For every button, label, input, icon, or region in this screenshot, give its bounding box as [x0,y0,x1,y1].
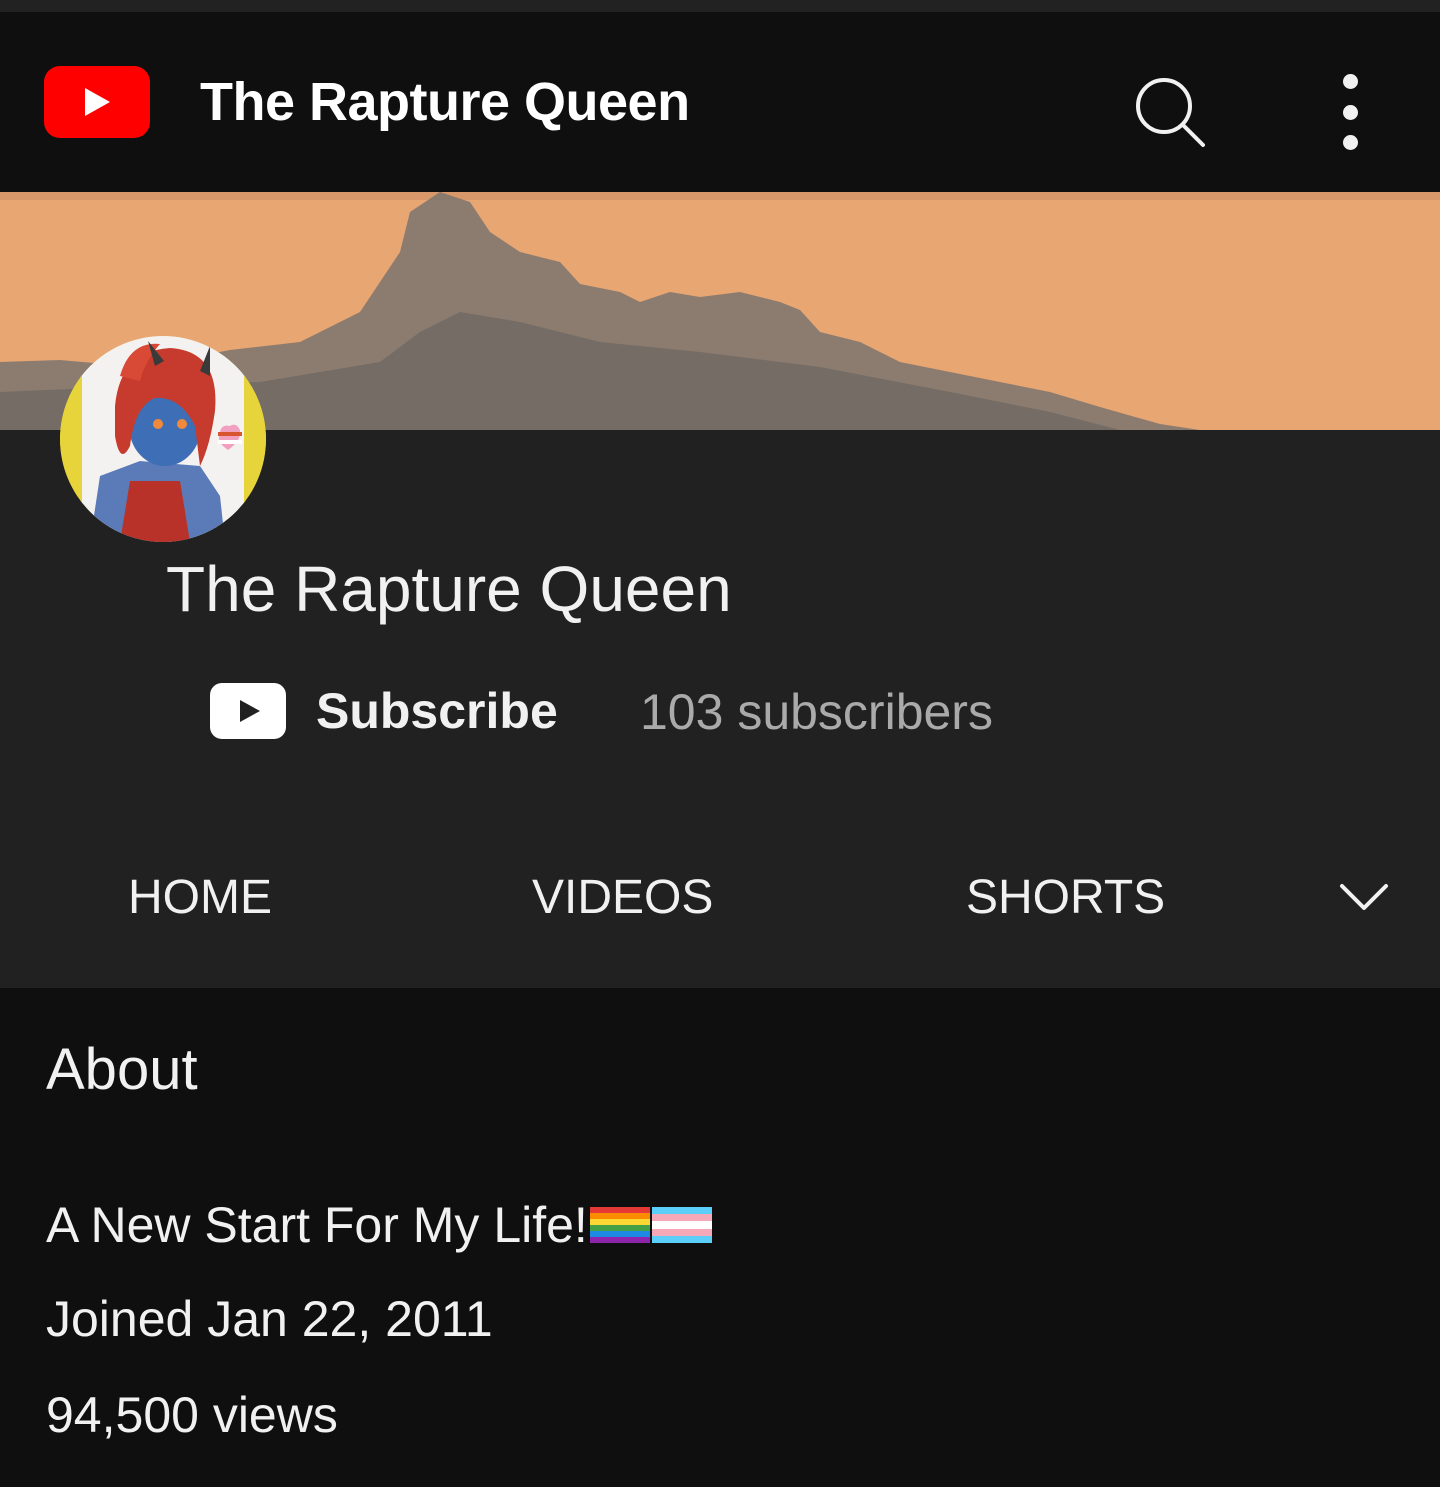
rainbow-flag-icon [589,1207,650,1243]
about-description-text: A New Start For My Life! [46,1197,588,1253]
app-title: The Rapture Queen [200,72,690,132]
transgender-flag-icon [651,1207,712,1243]
status-strip [0,0,1440,12]
youtube-subscribe-icon [210,683,286,739]
tab-shorts[interactable]: SHORTS [966,866,1165,930]
tab-home[interactable]: HOME [128,866,272,930]
joined-date: Joined Jan 22, 2011 [46,1291,493,1347]
more-dot [1342,74,1358,89]
about-description: A New Start For My Life! [46,1194,712,1256]
subscribe-button[interactable]: Subscribe [210,676,558,746]
chevron-down-icon[interactable] [1336,876,1392,920]
app-bar: The Rapture Queen [0,12,1440,192]
subscribe-label: Subscribe [316,683,558,739]
about-title: About [46,1037,198,1102]
channel-avatar[interactable] [60,336,266,542]
youtube-logo-icon[interactable] [44,66,150,138]
channel-name: The Rapture Queen [166,553,732,625]
more-vertical-icon[interactable] [1318,70,1382,154]
view-count: 94,500 views [46,1387,338,1443]
more-dot [1342,104,1358,120]
search-icon[interactable] [1132,74,1208,150]
tab-videos[interactable]: VIDEOS [532,866,713,930]
more-dot [1342,135,1358,150]
subscriber-count: 103 subscribers [640,684,993,740]
